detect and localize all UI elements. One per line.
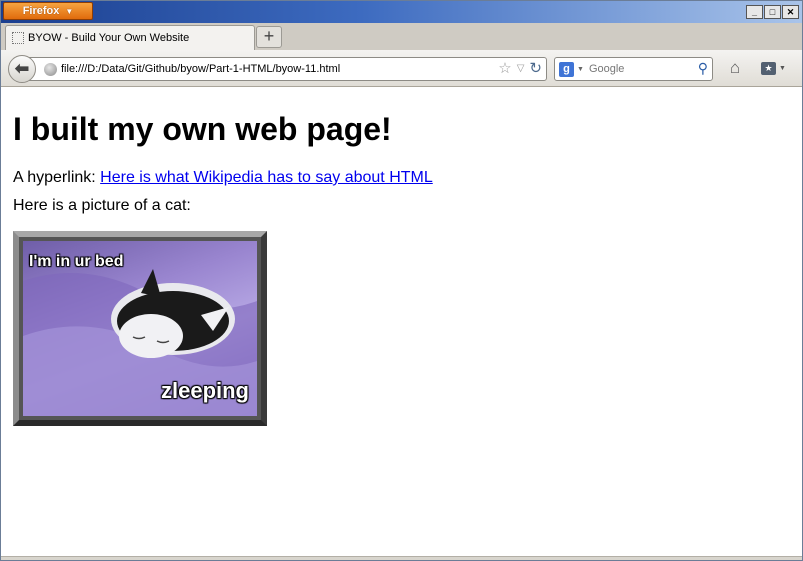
cat-intro-text: Here is a picture of a cat: [13, 197, 191, 214]
cat-image: I'm in ur bed zleeping [23, 241, 257, 416]
new-tab-button[interactable]: + [256, 26, 282, 48]
magnifier-icon[interactable]: ⚲ [698, 60, 708, 77]
tab-strip: BYOW - Build Your Own Website + [1, 23, 802, 50]
browser-window: Firefox ▼ _ □ ✕ BYOW - Build Your Own We… [0, 0, 803, 561]
bookmarks-icon: ★ [761, 61, 776, 75]
google-engine-icon[interactable]: g [559, 61, 574, 77]
history-dropdown-icon[interactable]: ▽ [517, 60, 525, 78]
search-box[interactable]: g ▼ Google ⚲ [554, 57, 713, 81]
window-controls: _ □ ✕ [745, 5, 799, 19]
minimize-button[interactable]: _ [746, 5, 763, 19]
cat-caption-top: I'm in ur bed [29, 253, 124, 270]
cat-caption-bottom: zleeping [160, 378, 249, 403]
close-button[interactable]: ✕ [782, 5, 799, 19]
chevron-down-icon[interactable]: ▼ [577, 66, 584, 73]
home-icon: ⌂ [729, 58, 741, 77]
page-heading: I built my own web page! [13, 111, 392, 147]
page-content: I built my own web page! A hyperlink: He… [5, 88, 798, 556]
navigation-bar: file:///D:/Data/Git/Github/byow/Part-1-H… [1, 50, 802, 87]
firefox-menu-label: Firefox [22, 5, 60, 17]
maximize-button[interactable]: □ [764, 5, 781, 19]
wikipedia-html-link[interactable]: Here is what Wikipedia has to say about … [100, 169, 433, 186]
cat-image-frame: I'm in ur bed zleeping [13, 231, 267, 426]
globe-icon [44, 62, 57, 76]
url-text[interactable]: file:///D:/Data/Git/Github/byow/Part-1-H… [61, 63, 340, 75]
firefox-menu-button[interactable]: Firefox ▼ [3, 2, 93, 20]
home-button[interactable]: ⌂ [723, 57, 747, 79]
tab-label: BYOW - Build Your Own Website [28, 32, 190, 44]
tab-byow[interactable]: BYOW - Build Your Own Website [5, 25, 255, 50]
url-bar[interactable]: file:///D:/Data/Git/Github/byow/Part-1-H… [29, 57, 547, 81]
url-actions: ☆ ▽ ↻ [498, 60, 542, 78]
page-icon [12, 32, 24, 44]
back-arrow-icon: ⬅ [14, 59, 30, 78]
bookmarks-button[interactable]: ★ ▼ [761, 59, 793, 77]
chevron-down-icon: ▼ [779, 64, 786, 72]
hyperlink-paragraph: A hyperlink: Here is what Wikipedia has … [13, 169, 790, 187]
chevron-down-icon: ▼ [65, 6, 74, 16]
search-input[interactable]: Google [589, 63, 624, 75]
title-bar: Firefox ▼ _ □ ✕ [1, 1, 802, 23]
hyperlink-prefix: A hyperlink: [13, 169, 101, 186]
back-button[interactable]: ⬅ [8, 55, 36, 83]
reload-icon[interactable]: ↻ [529, 60, 542, 78]
star-icon[interactable]: ☆ [498, 60, 511, 78]
window-bottom-edge [1, 556, 802, 560]
